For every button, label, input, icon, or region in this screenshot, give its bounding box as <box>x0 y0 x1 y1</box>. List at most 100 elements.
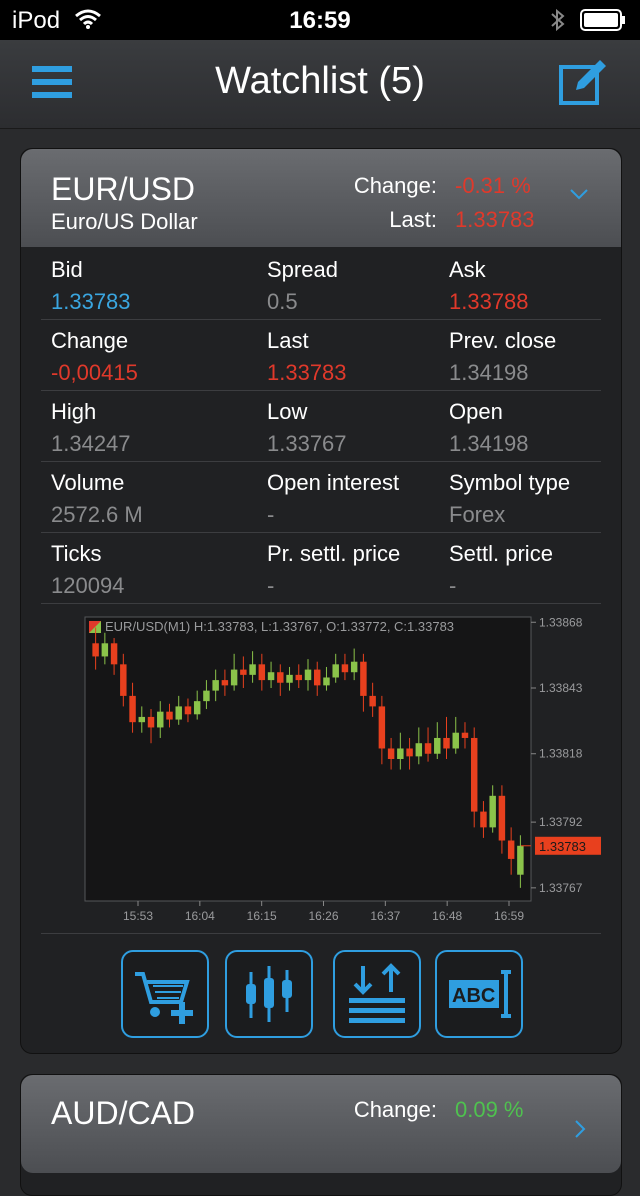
candle-body <box>166 711 173 720</box>
quote-key: Pr. settl. price <box>267 541 401 566</box>
quote-cell-bid: Bid 1.33783 <box>51 257 131 315</box>
candle-body <box>277 672 284 683</box>
symbol-code: AUD/CAD <box>51 1095 196 1131</box>
quote-value: 1.33767 <box>267 431 347 456</box>
quote-value: -0,00415 <box>51 360 138 385</box>
chart-title: EUR/USD(M1) H:1.33783, L:1.33767, O:1.33… <box>105 619 454 634</box>
x-tick-label: 16:26 <box>308 909 338 923</box>
candle-body <box>387 748 395 759</box>
candle-body <box>406 748 413 757</box>
quote-row: Volume 2572.6 M Open interest - Symbol typ… <box>41 462 601 533</box>
rename-button[interactable]: ABC <box>435 950 523 1038</box>
quote-key: Bid <box>51 257 83 282</box>
quote-key: Last <box>267 328 309 353</box>
page-title: Watchlist (5) <box>215 60 425 102</box>
quote-cell-low: Low 1.33767 <box>267 399 347 457</box>
status-bar: iPod 16:59 <box>0 0 640 40</box>
candle-body <box>230 669 238 686</box>
candle-body <box>157 711 164 728</box>
candle-body <box>267 672 275 681</box>
quote-cell-last: Last 1.33783 <box>267 328 347 386</box>
change-label: Change: <box>353 173 437 198</box>
last-price-label: 1.33783 <box>539 839 586 854</box>
quote-cell-ask: Ask 1.33788 <box>449 257 529 315</box>
candle-body <box>489 795 496 828</box>
battery-icon <box>580 9 625 31</box>
quote-value: - <box>449 573 457 598</box>
candle-body <box>397 748 404 759</box>
quote-value: 120094 <box>51 573 125 598</box>
edit-icon[interactable] <box>558 58 608 108</box>
clock: 16:59 <box>289 7 351 34</box>
candle-body <box>203 690 210 702</box>
candle-body <box>350 661 358 673</box>
candle-body <box>323 677 330 686</box>
candle-body <box>212 680 219 691</box>
sort-button[interactable] <box>333 950 421 1038</box>
quote-cell-prev-close: Prev. close 1.34198 <box>449 328 556 386</box>
quote-row: Ticks 120094 Pr. settl. price - Settl. pri… <box>41 533 601 604</box>
candle-body <box>304 669 312 681</box>
quote-row: Change -0,00415 Last 1.33783 Prev. close 1.… <box>41 320 601 391</box>
last-value: 1.33783 <box>455 207 535 232</box>
card-header[interactable]: EUR/USD Euro/US Dollar Change: -0.31 % L… <box>21 149 621 247</box>
quote-row: Bid 1.33783 Spread 0.5 Ask 1.33788 <box>41 249 601 320</box>
quote-key: Volume <box>51 470 125 495</box>
quote-value: - <box>267 502 275 527</box>
candlestick-chart[interactable]: 1.33868 1.33843 1.33818 1.33792 1.33767 15:53… <box>41 609 601 929</box>
change-label: Change: <box>353 1097 437 1122</box>
quote-key: Settl. price <box>449 541 553 566</box>
quote-value: 1.33783 <box>267 360 347 385</box>
quote-key: Symbol type <box>449 470 571 495</box>
quote-cell-high: High 1.34247 <box>51 399 131 457</box>
candle-body <box>369 695 376 707</box>
quote-cell-ticks: Ticks 120094 <box>51 541 124 599</box>
watchlist-card-eurusd: EUR/USD Euro/US Dollar Change: -0.31 % L… <box>20 148 622 1054</box>
quote-key: Ticks <box>51 541 102 566</box>
quote-key: High <box>51 399 97 424</box>
candle-body <box>332 664 339 678</box>
quote-value: - <box>267 573 275 598</box>
quote-key: Prev. close <box>449 328 557 353</box>
chevron-down-icon[interactable] <box>569 187 589 201</box>
candlestick-icon <box>246 966 292 1022</box>
quote-cell-open-interest: Open interest - <box>267 470 399 528</box>
y-tick-label: 1.33792 <box>539 815 583 829</box>
quote-value: 1.33788 <box>449 289 529 314</box>
candle-body <box>147 716 155 728</box>
x-tick-label: 16:59 <box>494 909 524 923</box>
symbol-code: EUR/USD <box>51 171 196 207</box>
quote-key: Low <box>267 399 308 424</box>
card-header[interactable]: AUD/CAD Change: 0.09 % <box>21 1075 621 1173</box>
last-label: Last: <box>389 207 437 232</box>
candle-body <box>295 674 302 681</box>
chevron-right-icon[interactable] <box>573 1119 587 1139</box>
quote-value: 0.5 <box>267 289 298 314</box>
candle-body <box>443 737 450 749</box>
quote-details-grid: Bid 1.33783 Spread 0.5 Ask 1.33788 Change -0… <box>41 249 601 604</box>
change-value: -0.31 % <box>455 173 531 198</box>
candle-body <box>101 643 109 657</box>
candle-body <box>314 669 321 686</box>
candle-body <box>240 669 247 675</box>
price-chart[interactable]: 1.33868 1.33843 1.33818 1.33792 1.33767 15:53… <box>41 609 601 929</box>
sort-arrows-icon <box>349 963 405 1023</box>
quote-key: Spread <box>267 257 338 282</box>
quote-key: Ask <box>449 257 486 282</box>
candle-body <box>138 716 146 723</box>
quote-row: High 1.34247 Low 1.33767 Open 1.34198 <box>41 391 601 462</box>
nav-bar: Watchlist (5) <box>0 40 640 129</box>
candle-body <box>249 664 256 675</box>
quote-key: Open interest <box>267 470 400 495</box>
candle-body <box>461 732 469 738</box>
new-order-button[interactable] <box>121 950 209 1038</box>
quote-cell-pr-settl-price: Pr. settl. price - <box>267 541 400 599</box>
candle-body <box>184 706 192 715</box>
candle-body <box>424 743 432 754</box>
chart-button[interactable] <box>225 950 313 1038</box>
x-tick-label: 16:48 <box>432 909 462 923</box>
y-tick-label: 1.33868 <box>539 615 583 629</box>
candle-body <box>434 737 441 754</box>
candle-body <box>175 706 182 720</box>
quote-cell-volume: Volume 2572.6 M <box>51 470 143 528</box>
